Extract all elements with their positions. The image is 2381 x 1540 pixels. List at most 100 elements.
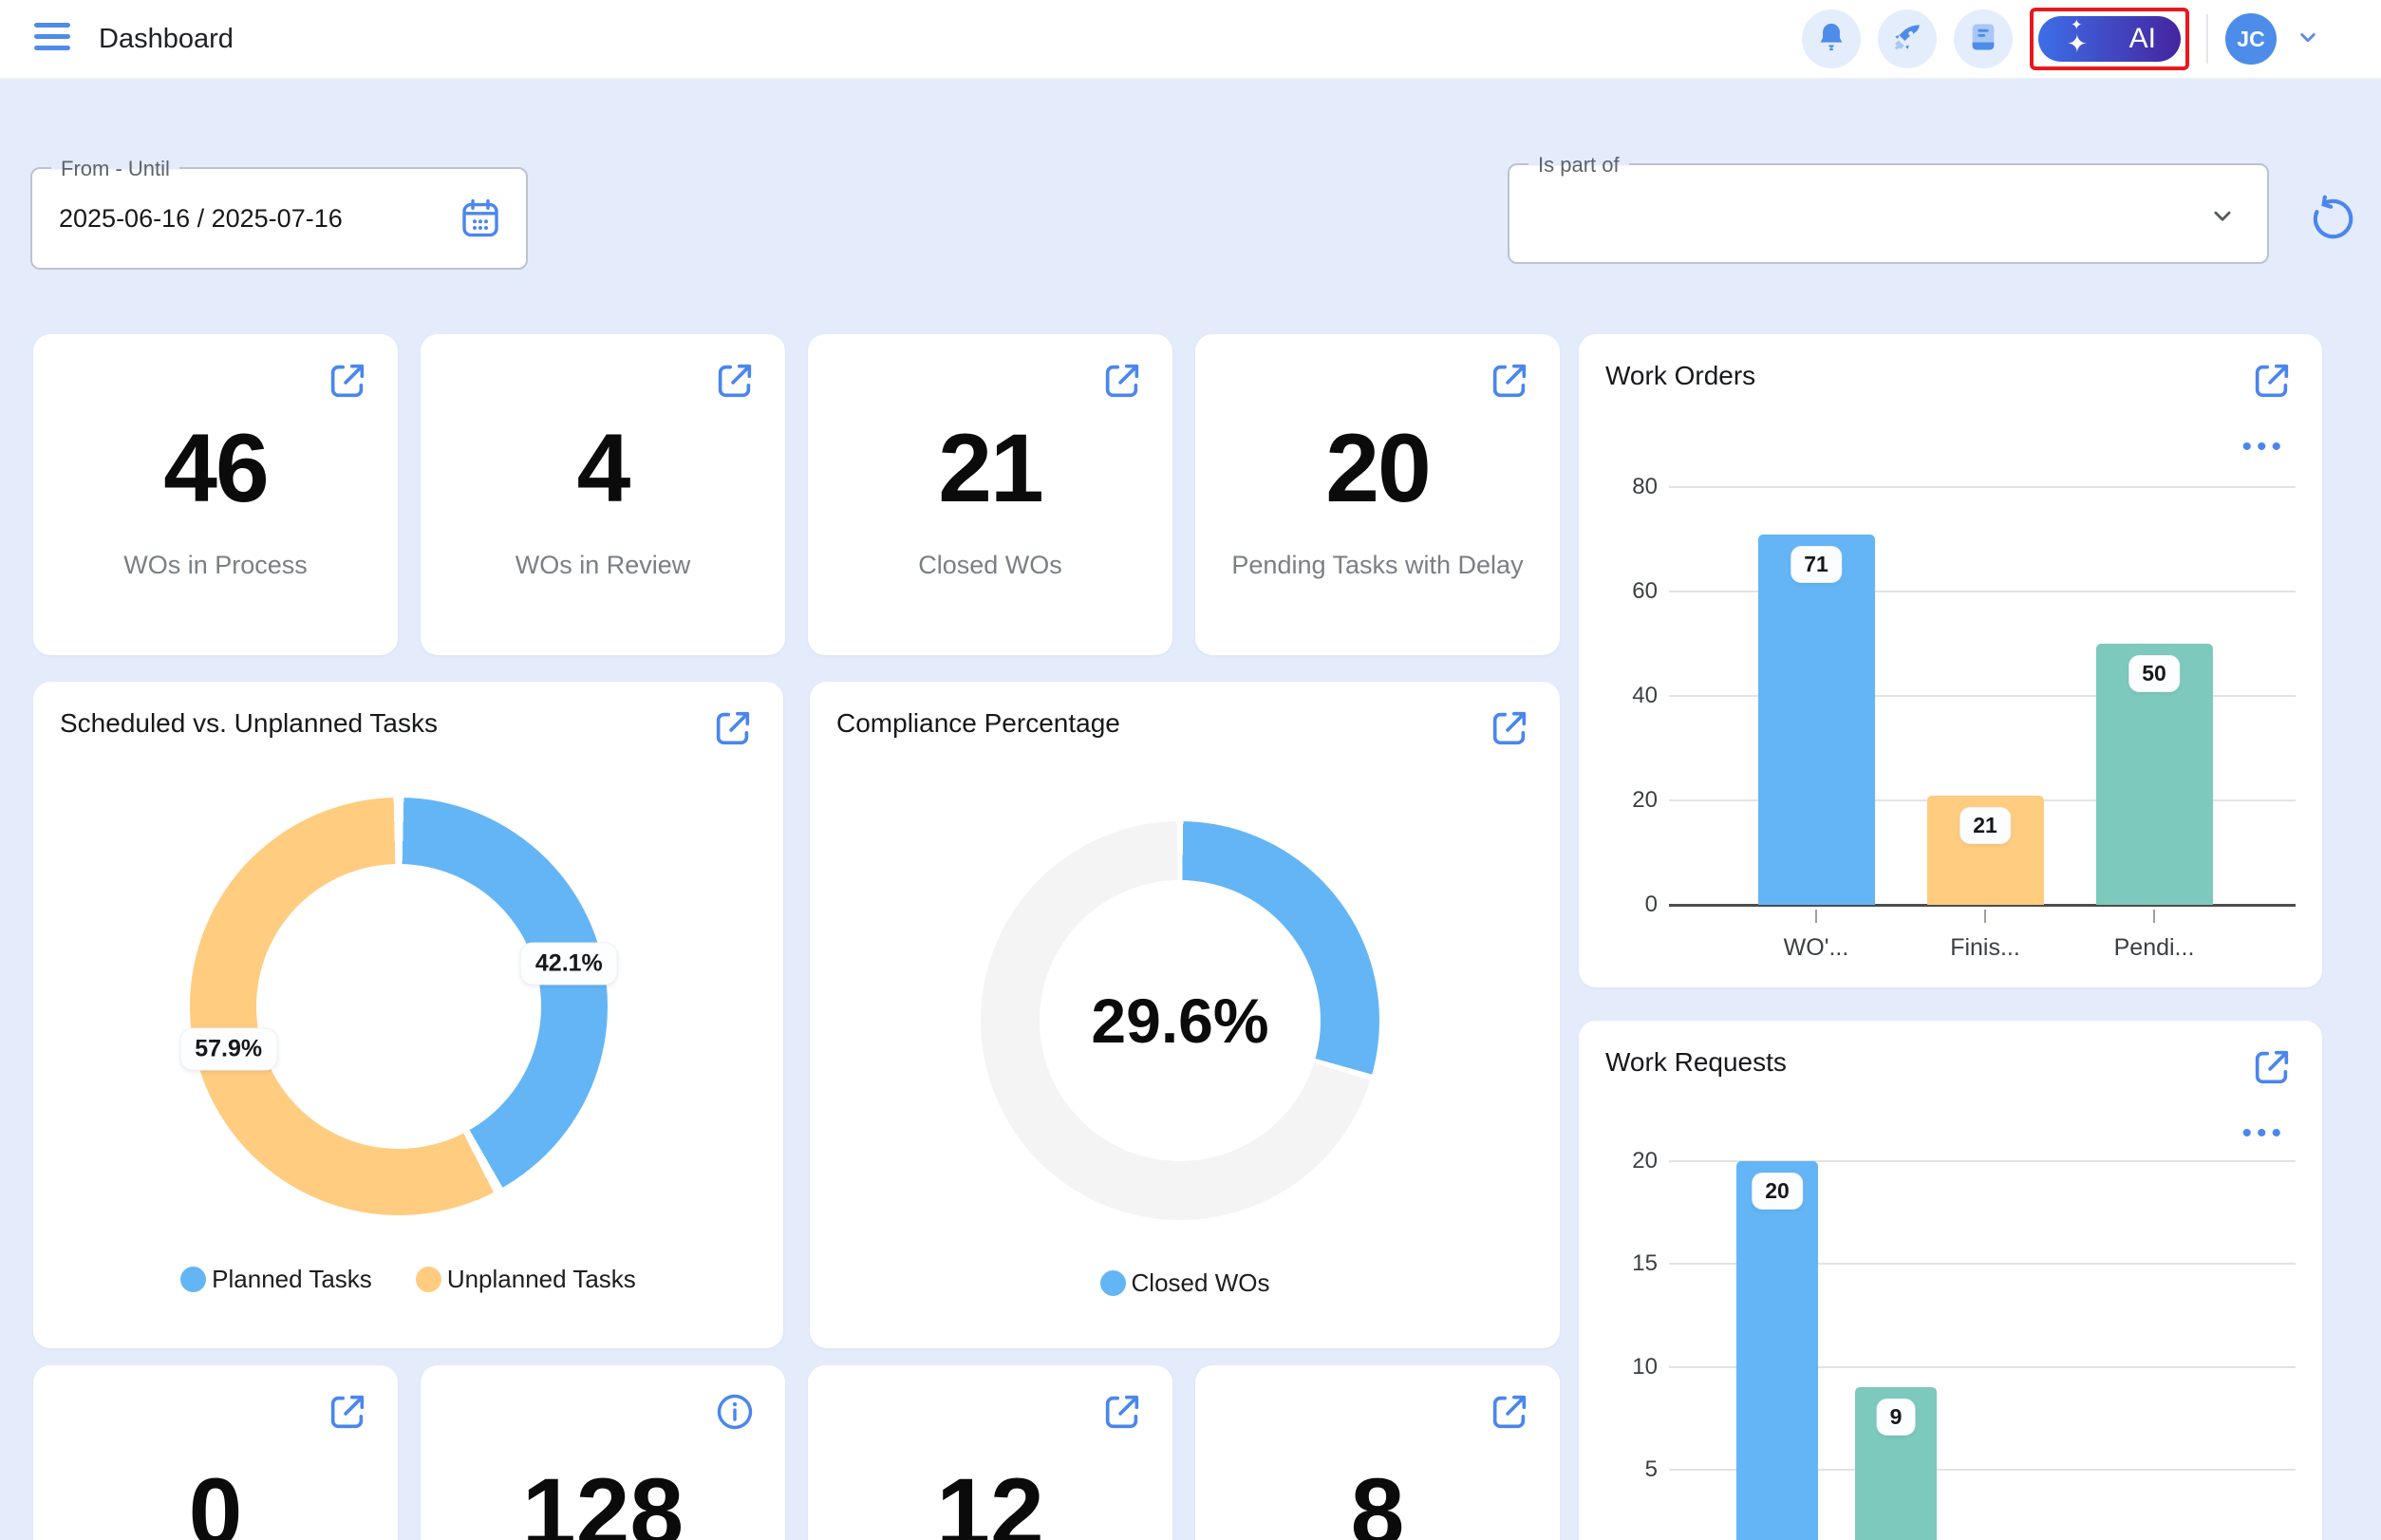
legend-item: Planned Tasks <box>180 1265 372 1294</box>
date-range-field[interactable]: From - Until 2025-06-16 / 2025-07-16 <box>30 167 528 270</box>
launch-button[interactable] <box>1878 9 1937 68</box>
is-part-of-label: Is part of <box>1528 151 1629 179</box>
calendar-icon[interactable] <box>458 196 503 241</box>
bar <box>1758 535 1875 906</box>
work-requests-card: Work Requests ••• 5101520209 <box>1579 1021 2322 1540</box>
avatar[interactable]: JC <box>2225 13 2277 65</box>
kpi-label: Pending Tasks with Delay <box>1195 551 1560 580</box>
kpi-card-bottom-3: 12 <box>808 1365 1172 1540</box>
kpi-card-wos-in-review: 4 WOs in Review <box>421 334 785 655</box>
y-tick-label: 20 <box>1603 1148 1658 1174</box>
legend-label: Unplanned Tasks <box>447 1265 636 1294</box>
journal-button[interactable] <box>1954 9 2013 68</box>
chart-title: Scheduled vs. Unplanned Tasks <box>60 708 438 739</box>
page-title: Dashboard <box>99 0 234 78</box>
notifications-button[interactable] <box>1802 9 1861 68</box>
kpi-value: 46 <box>33 420 398 516</box>
kpi-value: 128 <box>421 1464 785 1540</box>
x-tick-label: Finis... <box>1950 934 2020 962</box>
external-link-icon[interactable] <box>711 706 755 750</box>
external-link-icon[interactable] <box>1488 359 1531 403</box>
dashboard-page: Dashboard <box>0 0 2381 1540</box>
refresh-icon[interactable] <box>2303 194 2356 247</box>
journal-icon <box>1967 21 1999 58</box>
external-link-icon[interactable] <box>1100 359 1144 403</box>
kpi-value: 12 <box>808 1464 1172 1540</box>
kpi-card-bottom-2: 128 <box>421 1365 785 1540</box>
external-link-icon[interactable] <box>326 1390 369 1434</box>
kpi-value: 20 <box>1195 420 1560 516</box>
x-tick <box>1815 910 1817 923</box>
kpi-card-bottom-1: 0 <box>33 1365 398 1540</box>
y-tick-label: 0 <box>1603 892 1658 918</box>
hamburger-line <box>34 34 70 39</box>
y-tick-label: 40 <box>1603 683 1658 709</box>
y-tick-label: 80 <box>1603 474 1658 500</box>
kpi-value: 8 <box>1195 1464 1560 1540</box>
kpi-value: 21 <box>808 420 1172 516</box>
y-tick-label: 5 <box>1603 1456 1658 1483</box>
bar-value-label: 21 <box>1960 808 2010 843</box>
x-tick-label: WO'... <box>1784 934 1849 962</box>
hamburger-line <box>34 23 70 28</box>
kpi-card-wos-in-process: 46 WOs in Process <box>33 334 398 655</box>
topbar-actions: ✦ ✦ AI JC <box>1802 0 2322 78</box>
hamburger-line <box>34 46 70 50</box>
hamburger-menu-icon[interactable] <box>34 23 72 55</box>
ai-assistant-button[interactable]: ✦ ✦ AI <box>2038 16 2181 62</box>
rocket-icon <box>1891 21 1923 58</box>
kpi-card-closed-wos: 21 Closed WOs <box>808 334 1172 655</box>
y-tick-label: 15 <box>1603 1250 1658 1277</box>
bar <box>1736 1161 1818 1540</box>
legend-label: Closed WOs <box>1132 1268 1270 1298</box>
external-link-icon[interactable] <box>326 359 369 403</box>
bar-value-label: 9 <box>1878 1399 1915 1435</box>
bar-value-label: 20 <box>1753 1174 1802 1209</box>
kpi-label: Closed WOs <box>808 551 1172 580</box>
external-link-icon[interactable] <box>1100 1390 1144 1434</box>
external-link-icon[interactable] <box>713 359 757 403</box>
x-tick-label: Pendi... <box>2114 934 2195 962</box>
external-link-icon[interactable] <box>1488 1390 1531 1434</box>
sparkle-icon: ✦ <box>2071 18 2083 32</box>
donut-percent-label: 42.1% <box>521 943 617 984</box>
chevron-down-icon <box>2206 199 2239 236</box>
is-part-of-select[interactable]: Is part of <box>1508 163 2269 264</box>
kpi-value: 0 <box>33 1464 398 1540</box>
external-link-icon[interactable] <box>1488 706 1531 750</box>
work-orders-card: Work Orders ••• 02040608071WO'...21Finis… <box>1579 334 2322 987</box>
chart-title: Compliance Percentage <box>836 708 1120 739</box>
kpi-value: 4 <box>421 420 785 516</box>
bell-icon <box>1815 21 1847 58</box>
donut-hole <box>256 864 541 1149</box>
donut-chart: 42.1%57.9% <box>190 798 608 1215</box>
donut-center-value: 29.6% <box>981 821 1379 1220</box>
legend-dot <box>180 1267 206 1292</box>
legend-item: Unplanned Tasks <box>416 1265 636 1294</box>
ai-highlight-box: ✦ ✦ AI <box>2030 8 2189 70</box>
chart-legend: Closed WOs <box>810 1268 1560 1298</box>
kpi-label: WOs in Process <box>33 551 398 580</box>
bar-value-label: 50 <box>2129 656 2179 691</box>
info-icon[interactable] <box>713 1390 757 1434</box>
kpi-label: WOs in Review <box>421 551 785 580</box>
ai-button-label: AI <box>2129 23 2156 55</box>
donut-percent-label: 57.9% <box>180 1029 276 1070</box>
chart-legend: Planned Tasks Unplanned Tasks <box>33 1265 783 1294</box>
bar-chart: 02040608071WO'...21Finis...50Pendi... <box>1579 334 2322 987</box>
x-tick <box>2153 910 2155 923</box>
user-menu-chevron-icon[interactable] <box>2294 23 2322 56</box>
bar-chart: 5 10 15 20 20 9 <box>1579 1021 2322 1540</box>
scheduled-vs-unplanned-card: Scheduled vs. Unplanned Tasks 42.1%57.9%… <box>33 682 783 1348</box>
topbar-divider <box>2206 14 2208 64</box>
legend-dot <box>416 1267 441 1292</box>
y-tick-label: 10 <box>1603 1354 1658 1380</box>
compliance-percentage-card: Compliance Percentage 29.6% Closed WOs <box>810 682 1560 1348</box>
legend-dot <box>1100 1270 1126 1296</box>
topbar: Dashboard <box>0 0 2381 78</box>
bar-value-label: 71 <box>1791 547 1841 582</box>
y-tick-label: 60 <box>1603 578 1658 605</box>
gridline <box>1669 486 2296 488</box>
x-tick <box>1984 910 1986 923</box>
kpi-card-pending-tasks-delay: 20 Pending Tasks with Delay <box>1195 334 1560 655</box>
